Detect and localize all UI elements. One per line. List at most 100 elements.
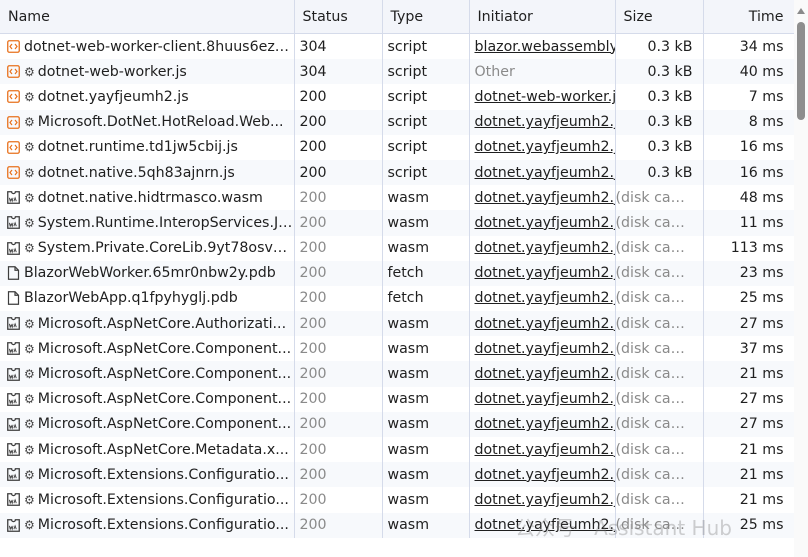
request-status: 200 (294, 84, 383, 110)
table-row[interactable]: ⚙ Microsoft.Extensions.Configuratio... 200… (0, 462, 795, 488)
column-header-size[interactable]: Size (615, 0, 704, 34)
request-initiator[interactable]: dotnet.yayfjeumh2.js: (469, 235, 616, 261)
table-row[interactable]: BlazorWebApp.q1fpyhyglj.pdb 200 fetch dotne… (0, 285, 795, 312)
column-header-time[interactable]: Time (703, 0, 795, 34)
table-row[interactable]: ⚙ Microsoft.AspNetCore.Component... 200 was… (0, 336, 795, 362)
table-row[interactable]: dotnet-web-worker-client.8huus6ez9... 304… (0, 33, 795, 60)
request-name-cell[interactable]: ⚙ Microsoft.Extensions.Configuratio... (0, 512, 295, 538)
column-header-initiator[interactable]: Initiator (469, 0, 616, 34)
request-name: Microsoft.AspNetCore.Component... (37, 416, 292, 433)
request-time: 11 ms (703, 210, 795, 236)
table-row[interactable]: ⚙ Microsoft.AspNetCore.Component... 200 was… (0, 361, 795, 387)
script-file-icon (6, 40, 20, 54)
request-name-cell[interactable]: BlazorWebWorker.65mr0nbw2y.pdb (0, 260, 295, 286)
table-row[interactable]: ⚙ dotnet.runtime.td1jw5cbij.js 200 script do… (0, 134, 795, 160)
request-name-cell[interactable]: ⚙ dotnet.native.5qh83ajnrn.js (0, 159, 295, 186)
request-name-cell[interactable]: ⚙ Microsoft.AspNetCore.Component... (0, 411, 295, 437)
table-row[interactable]: ⚙ dotnet.native.hidtrmasco.wasm 200 wasm dot… (0, 185, 795, 211)
request-status: 200 (294, 512, 383, 538)
request-name-cell[interactable]: ⚙ System.Private.CoreLib.9yt78osvm... (0, 235, 295, 261)
request-initiator[interactable]: dotnet.yayfjeumh2.js: (469, 311, 616, 337)
request-initiator[interactable]: dotnet.yayfjeumh2.js: (469, 285, 616, 312)
request-time: 16 ms (703, 159, 795, 186)
request-name-cell[interactable]: dotnet-web-worker-client.8huus6ez9... (0, 33, 295, 60)
request-status: 200 (294, 235, 383, 261)
request-name-cell[interactable]: ⚙ Microsoft.AspNetCore.Component... (0, 361, 295, 387)
request-initiator[interactable]: dotnet.yayfjeumh2.js: (469, 260, 616, 286)
gear-icon: ⚙ (24, 64, 35, 79)
request-name-cell[interactable]: ⚙ Microsoft.AspNetCore.Authorizati... (0, 311, 295, 337)
request-initiator[interactable]: blazor.webassembly.j (469, 33, 616, 60)
table-row[interactable]: ⚙ Microsoft.Extensions.Configuratio... 200… (0, 487, 795, 513)
table-body: dotnet-web-worker-client.8huus6ez9... 304… (0, 33, 795, 538)
vertical-scrollbar[interactable] (794, 0, 808, 557)
table-row[interactable]: ⚙ Microsoft.DotNet.HotReload.Web... 200 scr… (0, 109, 795, 135)
request-status: 200 (294, 109, 383, 135)
table-row[interactable]: ⚙ System.Private.CoreLib.9yt78osvm... 200 w… (0, 235, 795, 261)
table-row[interactable]: ⚙ Microsoft.AspNetCore.Component... 200 was… (0, 411, 795, 437)
request-initiator[interactable]: dotnet.yayfjeumh2.js: (469, 210, 616, 236)
table-row[interactable]: ⚙ Microsoft.AspNetCore.Component... 200 was… (0, 386, 795, 412)
request-time: 48 ms (703, 185, 795, 211)
table-row[interactable]: ⚙ System.Runtime.InteropServices.Ja... 200… (0, 210, 795, 236)
request-name-cell[interactable]: ⚙ Microsoft.Extensions.Configuratio... (0, 462, 295, 488)
request-name-cell[interactable]: BlazorWebApp.q1fpyhyglj.pdb (0, 285, 295, 312)
request-status: 200 (294, 336, 383, 362)
scroll-up-arrow-icon[interactable] (797, 8, 805, 14)
request-status: 304 (294, 33, 383, 60)
request-initiator[interactable]: dotnet.yayfjeumh2.js: (469, 462, 616, 488)
request-initiator[interactable]: dotnet.yayfjeumh2.js: (469, 336, 616, 362)
table-row[interactable]: ⚙ dotnet-web-worker.js 304 script Other 0.3 k… (0, 59, 795, 85)
request-initiator[interactable]: dotnet.yayfjeumh2.js: (469, 109, 616, 135)
request-initiator[interactable]: dotnet.yayfjeumh2.js: (469, 411, 616, 437)
request-size: 0.3 kB (615, 134, 704, 160)
request-initiator[interactable]: dotnet.yayfjeumh2.js: (469, 134, 616, 160)
request-name: dotnet.yayfjeumh2.js (37, 88, 189, 105)
column-header-type[interactable]: Type (382, 0, 470, 34)
request-name-cell[interactable]: ⚙ Microsoft.Extensions.Configuratio... (0, 487, 295, 513)
column-header-status[interactable]: Status (294, 0, 383, 34)
request-name: Microsoft.Extensions.Configuratio... (37, 466, 289, 483)
request-name-cell[interactable]: ⚙ Microsoft.AspNetCore.Metadata.x... (0, 437, 295, 463)
request-initiator[interactable]: dotnet.yayfjeumh2.js: (469, 487, 616, 513)
wasm-file-icon (6, 493, 20, 507)
request-time: 7 ms (703, 84, 795, 110)
table-row[interactable]: ⚙ dotnet.yayfjeumh2.js 200 script dotnet-web… (0, 84, 795, 110)
wasm-file-icon (6, 518, 20, 532)
request-name-cell[interactable]: ⚙ Microsoft.AspNetCore.Component... (0, 336, 295, 362)
table-row[interactable]: ⚙ Microsoft.AspNetCore.Authorizati... 200 w… (0, 311, 795, 337)
gear-icon: ⚙ (24, 140, 35, 155)
request-initiator[interactable]: dotnet.yayfjeumh2.js: (469, 386, 616, 412)
watermark-text: 公众号 · Assistant Hub (515, 516, 732, 540)
request-time: 21 ms (703, 462, 795, 488)
scrollbar-thumb[interactable] (797, 22, 805, 120)
request-name-cell[interactable]: ⚙ dotnet.native.hidtrmasco.wasm (0, 185, 295, 211)
request-initiator[interactable]: dotnet.yayfjeumh2.js: (469, 437, 616, 463)
request-type: wasm (382, 386, 470, 412)
request-name-cell[interactable]: ⚙ dotnet-web-worker.js (0, 59, 295, 85)
table-row[interactable]: ⚙ dotnet.native.5qh83ajnrn.js 200 script dot… (0, 159, 795, 186)
request-name: dotnet.native.5qh83ajnrn.js (37, 164, 235, 181)
request-name-cell[interactable]: ⚙ dotnet.runtime.td1jw5cbij.js (0, 134, 295, 160)
request-status: 200 (294, 311, 383, 337)
request-initiator[interactable]: dotnet.yayfjeumh2.js: (469, 159, 616, 186)
document-file-icon (6, 291, 20, 306)
request-name-cell[interactable]: ⚙ Microsoft.AspNetCore.Component... (0, 386, 295, 412)
gear-icon: ⚙ (24, 518, 35, 533)
gear-icon: ⚙ (24, 392, 35, 407)
request-name-cell[interactable]: ⚙ dotnet.yayfjeumh2.js (0, 84, 295, 110)
table-row[interactable]: BlazorWebWorker.65mr0nbw2y.pdb 200 fetch do… (0, 260, 795, 286)
gear-icon: ⚙ (24, 190, 35, 205)
request-name: dotnet-web-worker-client.8huus6ez9... (24, 38, 294, 55)
request-initiator[interactable]: dotnet.yayfjeumh2.js: (469, 185, 616, 211)
request-initiator[interactable]: dotnet-web-worker.js (469, 84, 616, 110)
request-time: 16 ms (703, 134, 795, 160)
table-row[interactable]: ⚙ Microsoft.AspNetCore.Metadata.x... 200 wa… (0, 437, 795, 463)
request-size: (disk cach... (615, 411, 704, 437)
script-file-icon (6, 166, 20, 180)
column-header-name[interactable]: Name (0, 0, 295, 34)
request-name-cell[interactable]: ⚙ System.Runtime.InteropServices.Ja... (0, 210, 295, 236)
request-name-cell[interactable]: ⚙ Microsoft.DotNet.HotReload.Web... (0, 109, 295, 135)
request-time: 27 ms (703, 411, 795, 437)
request-initiator[interactable]: dotnet.yayfjeumh2.js: (469, 361, 616, 387)
